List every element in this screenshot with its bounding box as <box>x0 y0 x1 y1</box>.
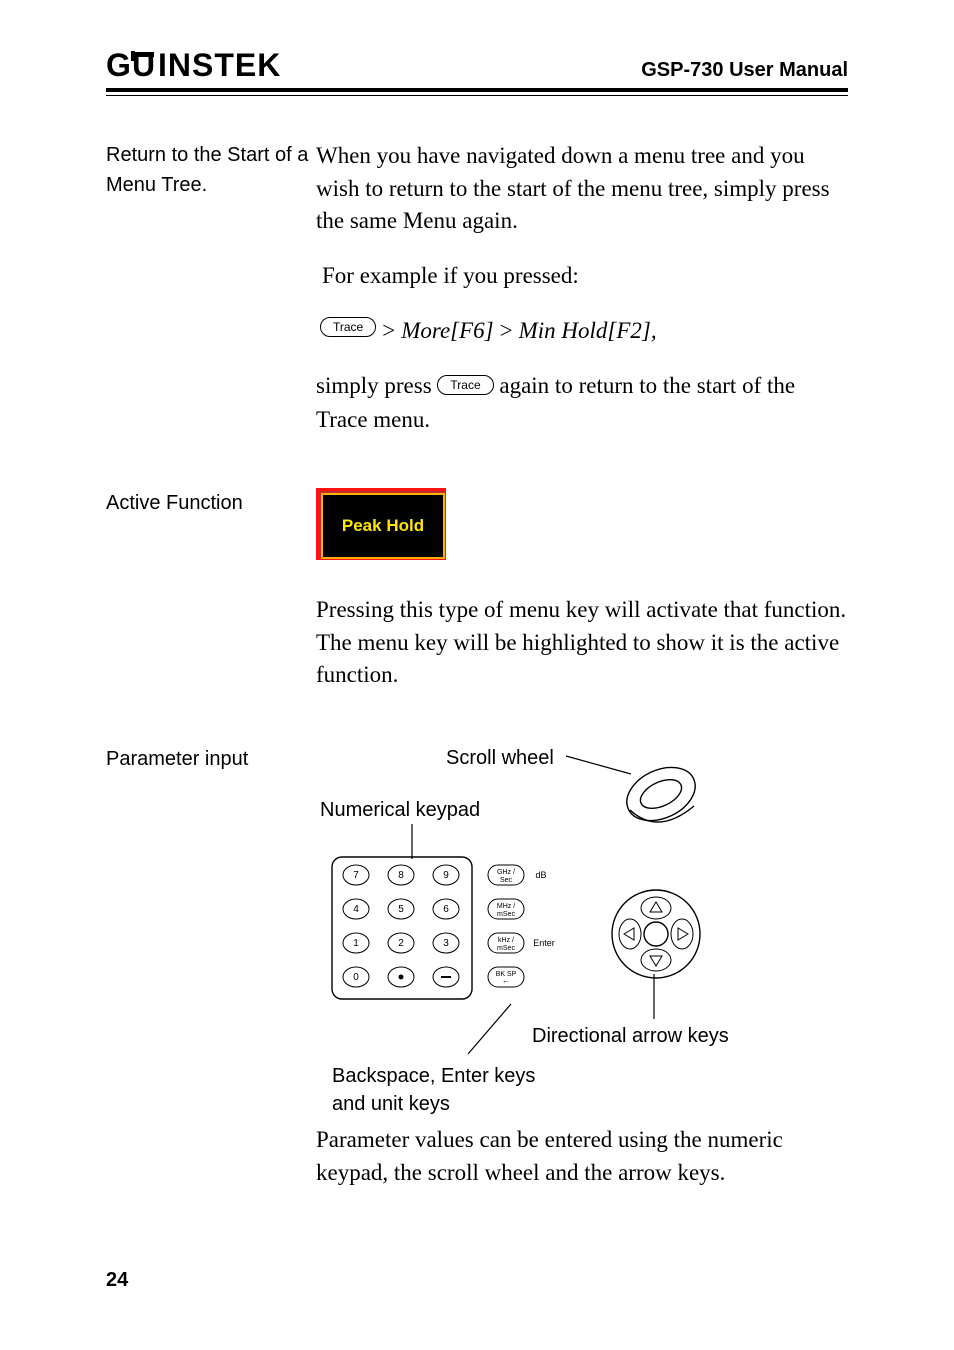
svg-text:INSTEK: INSTEK <box>158 48 281 82</box>
svg-text:9: 9 <box>443 870 449 881</box>
parameter-diagram: Scroll wheel Numerical keypad Directiona… <box>316 744 746 1114</box>
doc-title: GSP-730 User Manual <box>641 60 848 82</box>
svg-text:kHz /: kHz / <box>498 937 514 944</box>
seq-more: More[F6] <box>401 315 493 348</box>
active-function-box: Peak Hold <box>316 488 446 560</box>
svg-text:GHz /: GHz / <box>497 869 515 876</box>
svg-text:dB: dB <box>535 870 546 880</box>
svg-text:mSec: mSec <box>497 945 515 952</box>
para-return-3a: simply press <box>316 373 437 398</box>
svg-text:4: 4 <box>353 904 359 915</box>
active-function-label: Peak Hold <box>342 514 424 538</box>
section-parameter-input: Parameter input Scroll wheel Numerical k… <box>106 744 848 1189</box>
para-return-1: When you have navigated down a menu tree… <box>316 140 848 238</box>
svg-text:MHz /: MHz / <box>497 903 515 910</box>
trace-key-pill-2: Trace <box>437 375 493 395</box>
section-return-menu: Return to the Start of a Menu Tree. When… <box>106 140 848 436</box>
svg-text:←: ← <box>502 976 510 985</box>
side-label-param: Parameter input <box>106 744 316 774</box>
svg-text:3: 3 <box>443 938 449 949</box>
trace-key-pill: Trace <box>320 317 376 337</box>
svg-text:0: 0 <box>353 972 359 983</box>
gt-1: > <box>382 315 395 348</box>
svg-text:1: 1 <box>353 938 359 949</box>
page-number: 24 <box>106 1269 128 1292</box>
svg-text:6: 6 <box>443 904 449 915</box>
para-return-2: For example if you pressed: <box>316 260 848 293</box>
side-label-return: Return to the Start of a Menu Tree. <box>106 140 316 200</box>
header-rule <box>106 88 848 92</box>
header-rule-thin <box>106 95 848 96</box>
svg-text:mSec: mSec <box>497 911 515 918</box>
svg-text:5: 5 <box>398 904 404 915</box>
brand-logo: G U INSTEK <box>106 48 306 82</box>
seq-minhold: Min Hold[F2], <box>519 315 657 348</box>
gt-2: > <box>500 315 513 348</box>
para-active-1: Pressing this type of menu key will acti… <box>316 594 848 692</box>
svg-text:8: 8 <box>398 870 404 881</box>
side-label-active: Active Function <box>106 488 316 518</box>
svg-text:Enter: Enter <box>533 938 555 948</box>
section-active-function: Active Function Peak Hold Pressing this … <box>106 488 848 692</box>
svg-text:G: G <box>106 48 131 82</box>
svg-text:2: 2 <box>398 938 404 949</box>
svg-text:Sec: Sec <box>500 877 513 884</box>
svg-text:7: 7 <box>353 870 359 881</box>
para-param-1: Parameter values can be entered using th… <box>316 1124 848 1189</box>
